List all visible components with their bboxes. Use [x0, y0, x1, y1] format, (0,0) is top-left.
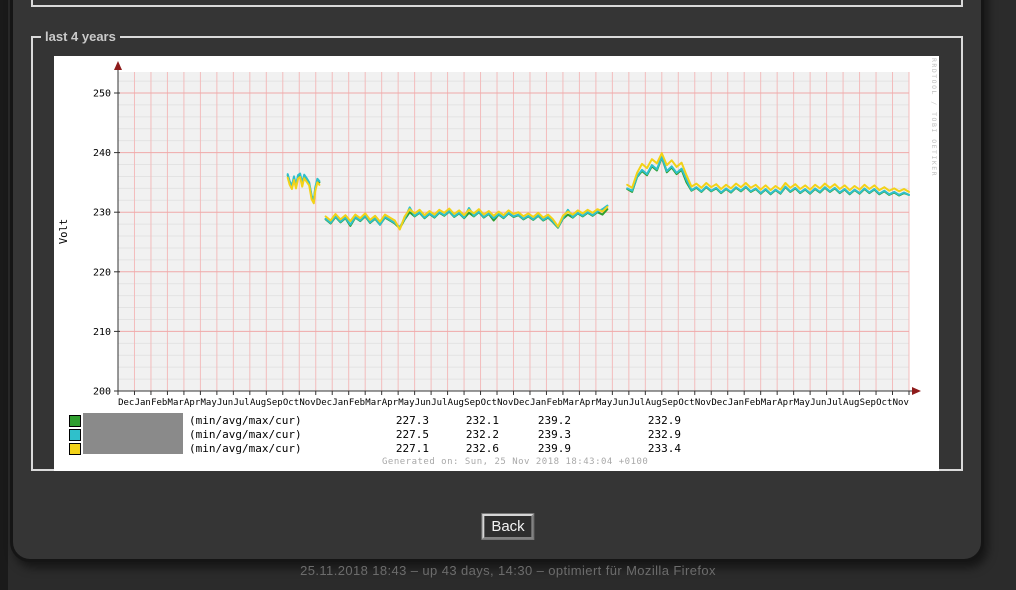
truncated-panel-above — [31, 0, 963, 7]
legend-min-value: 227.3 — [395, 414, 429, 427]
back-button[interactable]: Back — [482, 514, 534, 539]
legend-swatch-yellow — [69, 443, 81, 455]
legend-min-value: 227.1 — [395, 442, 429, 455]
footer-status-text: 25.11.2018 18:43 – up 43 days, 14:30 – o… — [300, 563, 716, 578]
panel-title: last 4 years — [45, 29, 116, 44]
legend-row-cyan: (min/avg/max/cur) 227.5 232.2 239.3 232.… — [54, 428, 939, 442]
legend-avg-value: 232.2 — [465, 428, 499, 441]
legend-cur-value: 232.9 — [647, 414, 681, 427]
legend-label: (min/avg/max/cur) — [189, 428, 302, 441]
legend-max-value: 239.9 — [537, 442, 571, 455]
legend-row-yellow: (min/avg/max/cur) 227.1 232.6 239.9 233.… — [54, 442, 939, 456]
redacted-label-box — [83, 413, 183, 454]
graph-legend: (min/avg/max/cur) 227.3 232.1 239.2 232.… — [54, 56, 939, 471]
last-4-years-panel: last 4 years 200 210 220 230 240 250 Dec Jan Feb… — [31, 29, 963, 471]
legend-max-value: 239.2 — [537, 414, 571, 427]
legend-row-green: (min/avg/max/cur) 227.3 232.1 239.2 232.… — [54, 414, 939, 428]
legend-min-value: 227.5 — [395, 428, 429, 441]
legend-label: (min/avg/max/cur) — [189, 414, 302, 427]
legend-cur-value: 233.4 — [647, 442, 681, 455]
content-panel: last 4 years 200 210 220 230 240 250 Dec Jan Feb… — [10, 0, 984, 562]
legend-swatch-cyan — [69, 429, 81, 441]
window-edge — [0, 0, 8, 590]
legend-label: (min/avg/max/cur) — [189, 442, 302, 455]
rrd-graph-image: 200 210 220 230 240 250 Dec Jan Feb Mar Apr May Jun J… — [54, 56, 939, 471]
legend-max-value: 239.3 — [537, 428, 571, 441]
generated-timestamp: Generated on: Sun, 25 Nov 2018 18:43:04 … — [382, 457, 649, 467]
legend-swatch-green — [69, 415, 81, 427]
legend-cur-value: 232.9 — [647, 428, 681, 441]
legend-avg-value: 232.1 — [465, 414, 499, 427]
legend-avg-value: 232.6 — [465, 442, 499, 455]
